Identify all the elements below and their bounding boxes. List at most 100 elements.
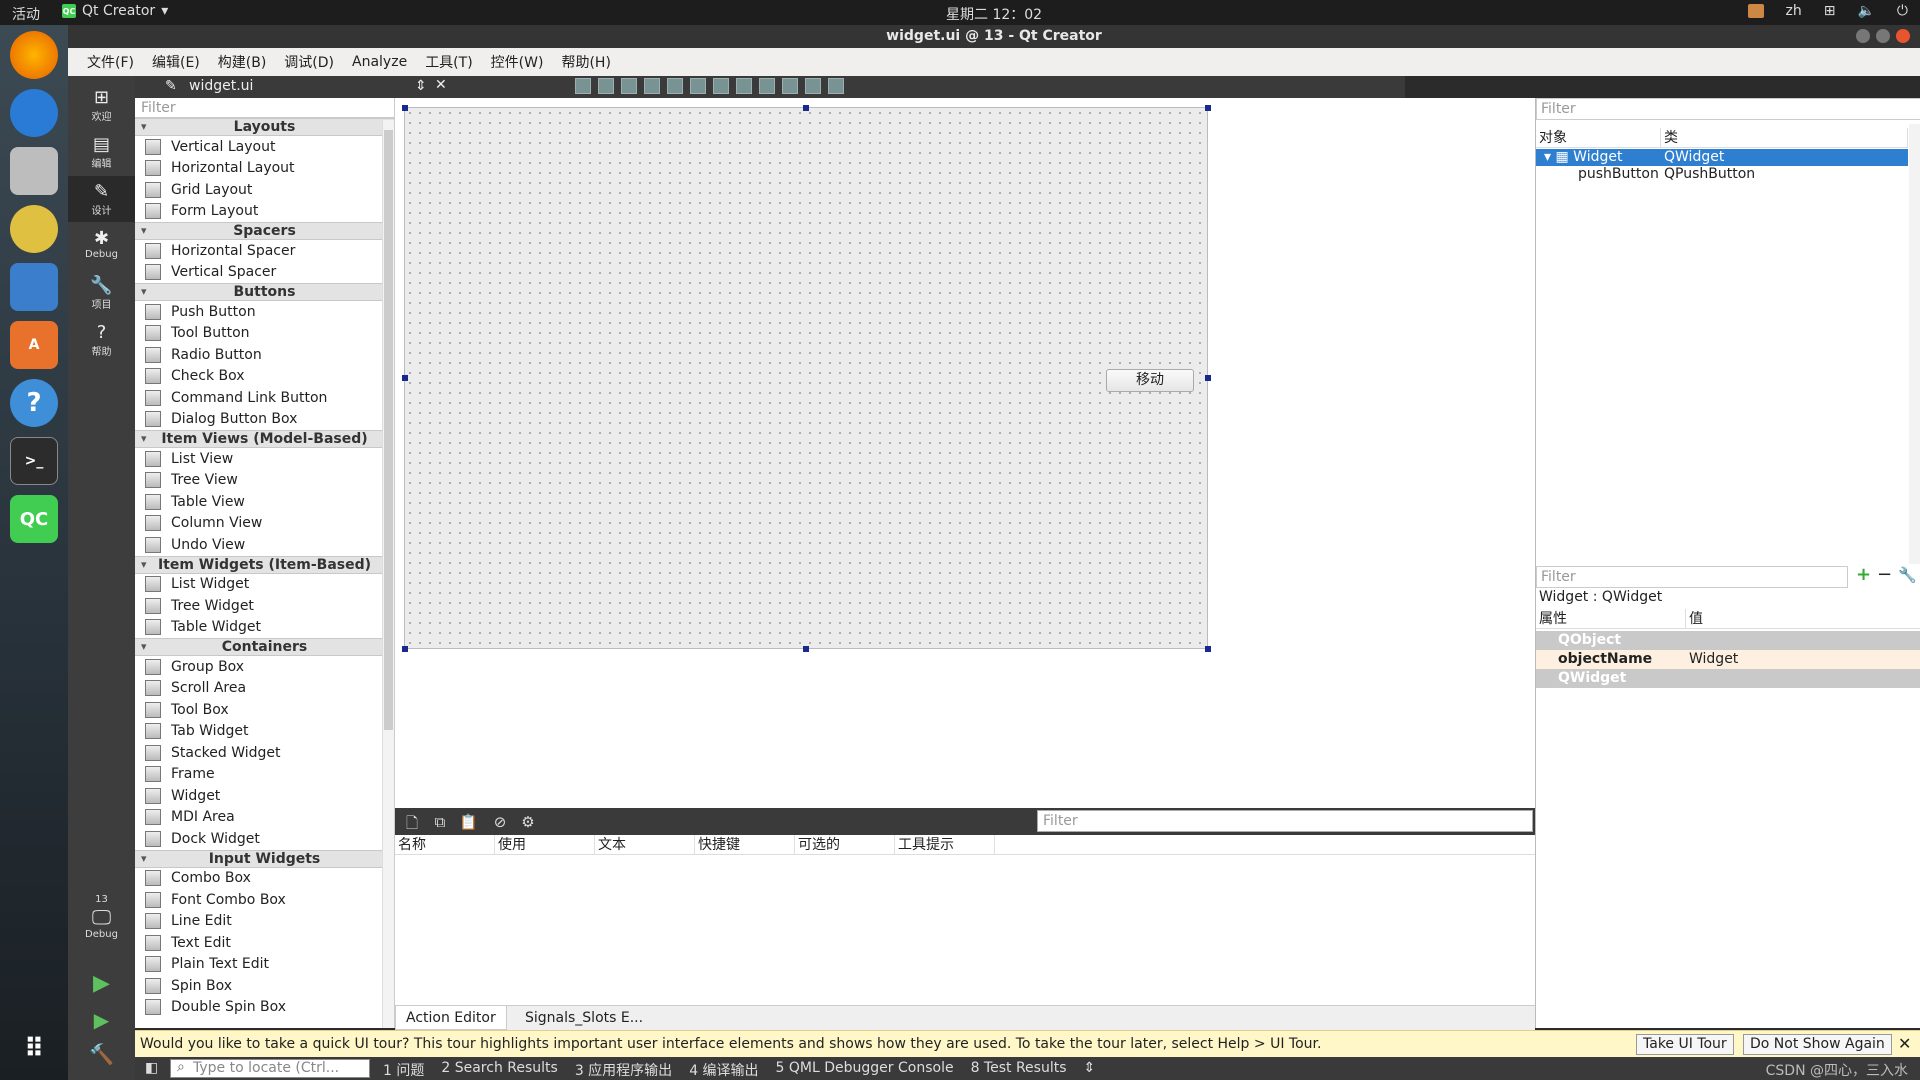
collapse-icon[interactable]: ▾ [1544, 149, 1551, 165]
widget-box-scrollbar[interactable] [382, 120, 394, 1028]
widget-box-item[interactable]: Plain Text Edit [135, 954, 394, 976]
widget-box-item[interactable]: Table Widget [135, 617, 394, 639]
widget-box-item[interactable]: Tool Box [135, 699, 394, 721]
resize-handle[interactable] [1205, 375, 1211, 381]
widget-box-item[interactable]: Dock Widget [135, 828, 394, 850]
kit-selector[interactable]: 13 🖵 Debug [68, 894, 135, 940]
break-layout-icon[interactable] [805, 78, 821, 94]
take-ui-tour-button[interactable]: Take UI Tour [1636, 1034, 1734, 1055]
widget-box-item[interactable]: Frame [135, 764, 394, 786]
resize-handle[interactable] [402, 105, 408, 111]
col-tooltip[interactable]: 工具提示 [895, 835, 995, 854]
widget-box-item[interactable]: Tab Widget [135, 721, 394, 743]
edit-signals-icon[interactable] [598, 78, 614, 94]
input-method-icon[interactable] [1747, 4, 1764, 18]
thunderbird-icon[interactable] [10, 89, 58, 137]
widget-box-item[interactable]: Vertical Spacer [135, 262, 394, 284]
menu-build[interactable]: 构建(B) [209, 52, 276, 72]
object-row-widget[interactable]: ▾ ▦ Widget QWidget [1536, 149, 1908, 166]
layout-horizontal-icon[interactable] [667, 78, 683, 94]
widget-box-item[interactable]: Spin Box [135, 975, 394, 997]
input-method-label[interactable]: zh [1786, 3, 1802, 19]
menu-tools[interactable]: 工具(T) [416, 52, 481, 72]
layout-vertical-icon[interactable] [690, 78, 706, 94]
action-filter-input[interactable]: Filter [1037, 810, 1533, 832]
copy-action-icon[interactable]: ⧉ [431, 813, 449, 831]
col-name[interactable]: 名称 [395, 835, 495, 854]
menu-debug[interactable]: 调试(D) [275, 52, 343, 72]
clock[interactable]: 星期二 12：02 [946, 4, 1042, 24]
toggle-sidebar-icon[interactable]: ◧ [145, 1060, 158, 1076]
pane-application-output[interactable]: 3 应用程序输出 [575, 1060, 672, 1080]
settings-gear-icon[interactable]: ⚙ [519, 813, 537, 831]
widget-box-item[interactable]: Check Box [135, 366, 394, 388]
object-row-pushbutton[interactable]: pushButton QPushButton [1536, 166, 1908, 183]
do-not-show-again-button[interactable]: Do Not Show Again [1743, 1034, 1892, 1055]
widget-box-item[interactable]: Tree Widget [135, 595, 394, 617]
open-document[interactable]: widget.ui [189, 78, 253, 94]
remove-property-icon[interactable]: − [1877, 564, 1892, 585]
delete-action-icon[interactable]: ⊘ [491, 813, 509, 831]
widget-box-item[interactable]: Text Edit [135, 932, 394, 954]
help-icon[interactable]: ? [10, 379, 58, 427]
build-hammer-icon[interactable]: 🔨 [68, 1042, 135, 1066]
edit-tab-order-icon[interactable] [644, 78, 660, 94]
object-inspector-scrollbar[interactable] [1909, 124, 1920, 564]
adjust-size-icon[interactable] [828, 78, 844, 94]
property-group-qwidget[interactable]: QWidget [1536, 669, 1920, 688]
mode-design[interactable]: ✎ 设计 [68, 176, 135, 222]
col-value[interactable]: 值 [1686, 609, 1920, 628]
object-filter-input[interactable]: Filter [1536, 98, 1920, 120]
widget-box-item[interactable]: Grid Layout [135, 179, 394, 201]
qt-creator-dock-icon[interactable]: QC [10, 495, 58, 543]
mode-welcome[interactable]: ⊞ 欢迎 [68, 82, 135, 128]
widget-box-item[interactable]: Table View [135, 491, 394, 513]
widget-category-header[interactable]: Containers [135, 638, 394, 656]
mode-debug[interactable]: ✱ Debug [68, 223, 135, 269]
maximize-icon[interactable] [1876, 29, 1890, 43]
widget-category-header[interactable]: Input Widgets [135, 849, 394, 868]
action-table-body[interactable] [395, 855, 1535, 1005]
add-property-icon[interactable]: + [1856, 564, 1871, 585]
system-tray[interactable]: zh ⊞ 🔈 ⏻ [1747, 3, 1908, 19]
col-checkable[interactable]: 可选的 [795, 835, 895, 854]
widget-box-item[interactable]: Undo View [135, 534, 394, 556]
layout-splitter-h-icon[interactable] [713, 78, 729, 94]
layout-splitter-v-icon[interactable] [736, 78, 752, 94]
menu-edit[interactable]: 编辑(E) [143, 52, 209, 72]
close-icon[interactable] [1896, 29, 1910, 43]
col-object[interactable]: 对象 [1536, 128, 1661, 147]
widget-box-item[interactable]: Double Spin Box [135, 997, 394, 1019]
menu-help[interactable]: 帮助(H) [552, 52, 619, 72]
close-icon[interactable]: ✕ [1898, 1034, 1911, 1053]
widget-category-header[interactable]: Item Views (Model-Based) [135, 430, 394, 448]
tab-signals-slots[interactable]: Signals_Slots E... [515, 1006, 653, 1030]
pane-compile-output[interactable]: 4 编译输出 [689, 1060, 758, 1080]
show-apps-icon[interactable]: ⠿ [10, 1025, 58, 1073]
files-icon[interactable] [10, 147, 58, 195]
widget-box-item[interactable]: Tree View [135, 470, 394, 492]
widget-box-item[interactable]: Widget [135, 785, 394, 807]
menu-analyze[interactable]: Analyze [343, 54, 416, 70]
activities-button[interactable]: 活动 [12, 4, 40, 24]
widget-box-item[interactable]: Horizontal Spacer [135, 240, 394, 262]
resize-handle[interactable] [803, 646, 809, 652]
push-button-move[interactable]: 移动 [1106, 369, 1194, 392]
form-canvas[interactable] [404, 107, 1208, 649]
widget-box-item[interactable]: Font Combo Box [135, 889, 394, 911]
widget-box-item[interactable]: Combo Box [135, 868, 394, 890]
debug-run-icon[interactable]: ▶ [68, 1008, 135, 1032]
scrollbar-thumb[interactable] [384, 130, 393, 730]
widget-box-item[interactable]: Group Box [135, 656, 394, 678]
property-filter-input[interactable]: Filter [1536, 566, 1848, 588]
widget-box-item[interactable]: Radio Button [135, 344, 394, 366]
pane-test-results[interactable]: 8 Test Results [971, 1060, 1067, 1080]
tab-action-editor[interactable]: Action Editor [395, 1006, 507, 1030]
menu-widgets[interactable]: 控件(W) [482, 52, 553, 72]
writer-icon[interactable] [10, 263, 58, 311]
widget-box-item[interactable]: Column View [135, 513, 394, 535]
pane-qml-debugger[interactable]: 5 QML Debugger Console [776, 1060, 954, 1080]
resize-handle[interactable] [1205, 105, 1211, 111]
col-text[interactable]: 文本 [595, 835, 695, 854]
widget-box-item[interactable]: Dialog Button Box [135, 409, 394, 431]
